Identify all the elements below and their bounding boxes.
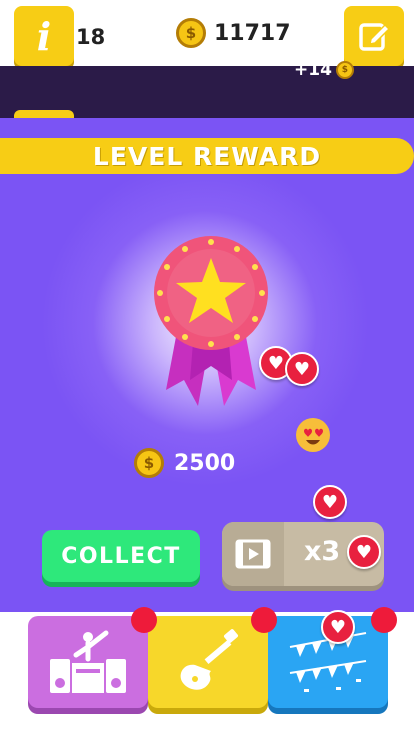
info-icon: i bbox=[36, 13, 52, 59]
coin-icon: $ bbox=[134, 448, 164, 478]
dj-booth-icon bbox=[50, 630, 126, 693]
edit-button[interactable] bbox=[344, 6, 404, 66]
heart-icon: ♥ bbox=[313, 485, 347, 519]
level-number: 18 bbox=[76, 25, 106, 49]
notification-dot bbox=[251, 607, 277, 633]
coin-gain-indicator: +14 $ bbox=[294, 60, 354, 80]
heart-icon: ♥ bbox=[347, 535, 381, 569]
level-reward-panel: LEVEL REWARD $ 2500 COLLECT x3 bbox=[0, 118, 414, 612]
reward-amount: $ 2500 bbox=[134, 448, 235, 478]
coin-balance: $ 11717 bbox=[176, 18, 291, 48]
info-button[interactable]: i bbox=[14, 6, 74, 66]
rock-category-button[interactable] bbox=[148, 616, 268, 708]
level-reward-title: LEVEL REWARD bbox=[92, 141, 322, 171]
heart-icon: ♥ bbox=[321, 610, 355, 644]
coin-icon: $ bbox=[335, 61, 354, 79]
heart-icon: ♥ bbox=[285, 352, 319, 386]
collect-button[interactable]: COLLECT bbox=[42, 530, 200, 582]
multiplier-label: x3 bbox=[304, 536, 341, 567]
coin-gain-value: +14 bbox=[294, 60, 332, 80]
coin-icon: $ bbox=[176, 18, 206, 48]
reward-amount-value: 2500 bbox=[174, 450, 236, 476]
dj-category-button[interactable] bbox=[28, 616, 148, 708]
notification-dot bbox=[131, 607, 157, 633]
level-reward-banner: LEVEL REWARD bbox=[0, 138, 414, 174]
video-ad-icon bbox=[235, 539, 271, 569]
video-ad-section bbox=[222, 522, 284, 586]
edit-pencil-icon bbox=[359, 23, 391, 51]
collect-button-label: COLLECT bbox=[61, 543, 181, 569]
electric-guitar-icon bbox=[180, 629, 238, 690]
notification-dot bbox=[371, 607, 397, 633]
heart-eyes-emoji-icon bbox=[296, 418, 330, 452]
star-medal-icon bbox=[154, 236, 268, 406]
coin-balance-value: 11717 bbox=[214, 20, 291, 46]
